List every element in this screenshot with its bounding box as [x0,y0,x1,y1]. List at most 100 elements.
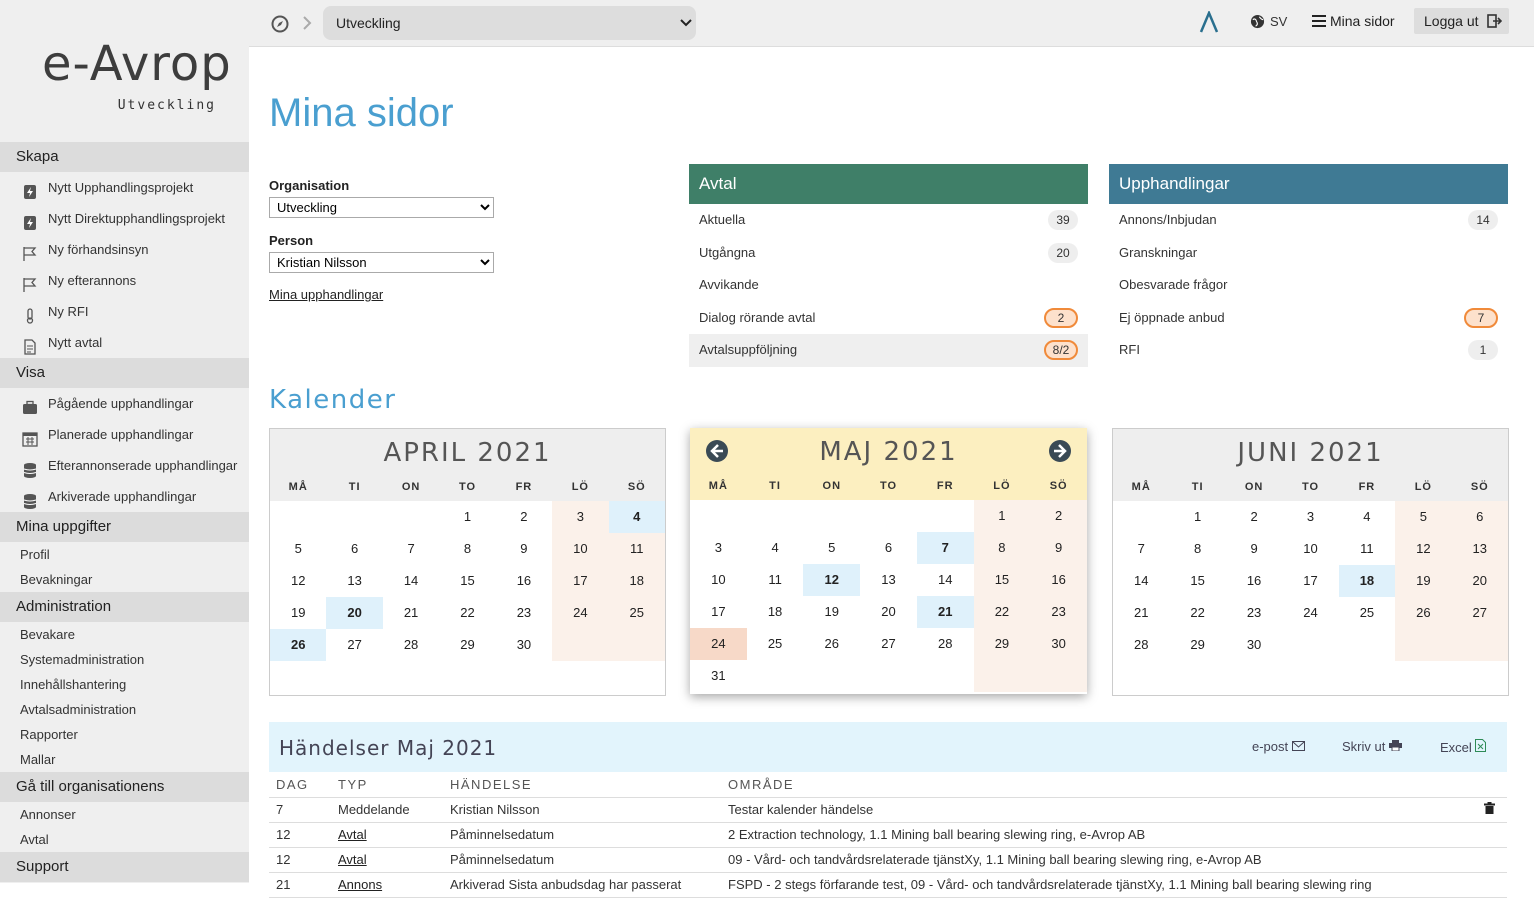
e-avrop-logo-icon[interactable] [1199,11,1219,33]
calendar-day[interactable]: 18 [747,596,804,628]
sidebar-item-mallar[interactable]: Mallar [0,747,249,772]
panel-row-aktuella[interactable]: Aktuella 39 [689,204,1088,237]
calendar-day[interactable]: 15 [1169,565,1225,597]
trash-icon[interactable] [1484,802,1495,817]
sidebar-item-bevakningar[interactable]: Bevakningar [0,567,249,592]
panel-row-rfi[interactable]: RFI 1 [1109,334,1508,367]
calendar-day[interactable]: 1 [973,500,1031,532]
calendar-day[interactable]: 25 [608,597,665,629]
calendar-day[interactable]: 12 [1395,533,1452,565]
calendar-day[interactable]: 21 [383,597,439,629]
sidebar-item-arkiverade-upphandlingar[interactable]: Arkiverade upphandlingar [0,481,249,512]
calendar-day[interactable]: 27 [860,628,917,660]
calendar-day[interactable]: 15 [973,564,1031,596]
calendar-day[interactable]: 8 [973,532,1031,564]
calendar-day[interactable]: 14 [917,564,974,596]
calendar-day[interactable]: 13 [860,564,917,596]
sidebar-item-efterannonserade-upphandlingar[interactable]: Efterannonserade upphandlingar [0,450,249,481]
panel-row-utgangna[interactable]: Utgångna 20 [689,237,1088,270]
calendar-day[interactable]: 19 [803,596,860,628]
sidebar-item-ny-forhandsinsyn[interactable]: Ny förhandsinsyn [0,234,249,265]
calendar-day[interactable]: 27 [1451,597,1508,629]
calendar-day[interactable]: 21 [916,596,974,628]
calendar-day[interactable]: 17 [1282,565,1338,597]
calendar-day[interactable]: 11 [1339,533,1395,565]
calendar-day[interactable]: 12 [803,564,861,596]
calendar-day[interactable]: 28 [383,629,439,661]
calendar-day[interactable]: 29 [1169,629,1225,661]
prev-month-icon[interactable] [706,440,728,462]
calendar-day[interactable]: 30 [1030,628,1087,660]
calendar-day[interactable]: 6 [1451,501,1508,533]
event-type[interactable]: Annons [338,877,382,892]
excel-button[interactable]: Excel [1440,739,1487,755]
calendar-day[interactable]: 2 [496,501,552,533]
calendar-day[interactable]: 28 [1113,629,1169,661]
calendar-day[interactable]: 20 [860,596,917,628]
calendar-day[interactable]: 16 [1030,564,1087,596]
calendar-day[interactable]: 4 [747,532,804,564]
calendar-day[interactable]: 8 [1169,533,1225,565]
calendar-day[interactable]: 24 [690,628,747,660]
calendar-day[interactable]: 24 [552,597,609,629]
sidebar-item-nytt-avtal[interactable]: Nytt avtal [0,327,249,358]
calendar-day[interactable]: 9 [1030,532,1087,564]
calendar-day[interactable]: 22 [973,596,1031,628]
calendar-day[interactable]: 13 [1451,533,1508,565]
calendar-day[interactable]: 26 [1395,597,1452,629]
calendar-day[interactable]: 4 [1339,501,1395,533]
calendar-day[interactable]: 2 [1226,501,1282,533]
calendar-day[interactable]: 12 [270,565,326,597]
calendar-day[interactable]: 10 [552,533,609,565]
calendar-day[interactable]: 6 [326,533,382,565]
calendar-day[interactable]: 22 [439,597,495,629]
calendar-day[interactable]: 23 [1030,596,1087,628]
calendar-day[interactable]: 14 [383,565,439,597]
calendar-day[interactable]: 17 [690,596,747,628]
sidebar-item-nytt-direktupphandlingsprojekt[interactable]: Nytt Direktupphandlingsprojekt [0,203,249,234]
sidebar-item-profil[interactable]: Profil [0,542,249,567]
calendar-day[interactable]: 30 [1226,629,1282,661]
panel-row-avtalsuppfoljning[interactable]: Avtalsuppföljning 8/2 [689,334,1088,367]
calendar-day[interactable]: 16 [1226,565,1282,597]
calendar-day[interactable]: 13 [326,565,382,597]
calendar-day[interactable]: 10 [1282,533,1338,565]
calendar-day[interactable]: 11 [608,533,665,565]
logo[interactable]: e-Avrop Utveckling [0,0,249,142]
calendar-day[interactable]: 7 [383,533,439,565]
sidebar-item-nytt-upphandlingsprojekt[interactable]: Nytt Upphandlingsprojekt [0,172,249,203]
panel-row-annons-inbjudan[interactable]: Annons/Inbjudan 14 [1109,204,1508,237]
panel-row-ej-oppnade-anbud[interactable]: Ej öppnade anbud 7 [1109,302,1508,335]
calendar-day[interactable]: 2 [1030,500,1087,532]
calendar-day[interactable]: 5 [803,532,860,564]
calendar-day[interactable]: 20 [1451,565,1508,597]
calendar-day[interactable]: 5 [270,533,326,565]
calendar-day[interactable]: 1 [439,501,495,533]
calendar-day[interactable]: 19 [1395,565,1452,597]
calendar-day[interactable]: 27 [326,629,382,661]
event-type[interactable]: Avtal [338,852,367,867]
calendar-day[interactable]: 15 [439,565,495,597]
calendar-day[interactable]: 6 [860,532,917,564]
sidebar-item-bevakare[interactable]: Bevakare [0,622,249,647]
calendar-day[interactable]: 1 [1169,501,1225,533]
calendar-day[interactable]: 9 [1226,533,1282,565]
sidebar-item-ny-efterannons[interactable]: Ny efterannons [0,265,249,296]
email-button[interactable]: e-post [1252,739,1305,754]
calendar-day[interactable]: 30 [496,629,552,661]
calendar-day[interactable]: 8 [439,533,495,565]
calendar-day[interactable]: 25 [747,628,804,660]
calendar-day[interactable]: 4 [608,501,665,533]
calendar-day[interactable]: 3 [690,532,747,564]
my-procurements-link[interactable]: Mina upphandlingar [269,287,383,302]
calendar-day[interactable]: 11 [747,564,804,596]
calendar-day[interactable]: 3 [1282,501,1338,533]
calendar-day[interactable]: 29 [973,628,1031,660]
sidebar-item-pagaende-upphandlingar[interactable]: Pågående upphandlingar [0,388,249,419]
calendar-day[interactable]: 22 [1169,597,1225,629]
sidebar-item-systemadministration[interactable]: Systemadministration [0,647,249,672]
calendar-day[interactable]: 21 [1113,597,1169,629]
calendar-day[interactable]: 31 [690,660,747,692]
calendar-day[interactable]: 26 [803,628,860,660]
sidebar-item-rapporter[interactable]: Rapporter [0,722,249,747]
